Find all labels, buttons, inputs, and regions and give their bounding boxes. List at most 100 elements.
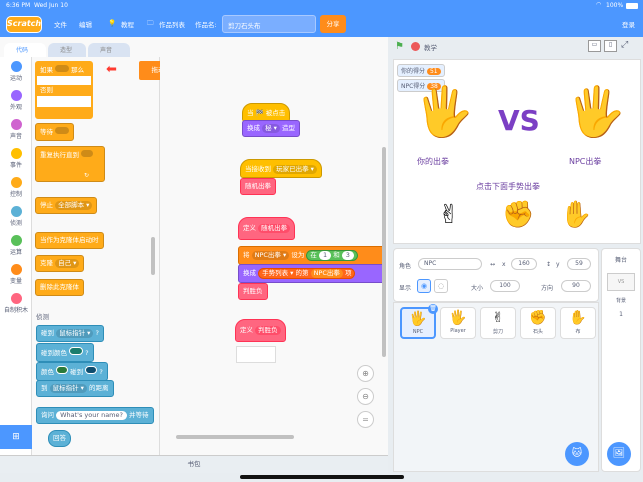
lightbulb-icon: 💡 — [108, 19, 117, 27]
touching-dropdown[interactable]: 鼠标指针 ▾ — [56, 329, 94, 338]
backpack-bar[interactable]: 书包 — [0, 455, 388, 473]
project-name-input[interactable]: 剪刀石头布 — [222, 15, 316, 33]
backdrop-label: 背景 — [615, 298, 626, 304]
stop-icon[interactable] — [411, 42, 420, 51]
list-item-block[interactable]: 手势列表 ▾ 的第 NPC出拳 项 — [258, 268, 356, 279]
distance-block[interactable]: 到 鼠标指针 ▾ 的距离 — [36, 380, 114, 397]
sprite-tile[interactable]: ✊ 石头 — [520, 307, 556, 339]
set-var-dropdown[interactable]: NPC出拳 ▾ — [251, 251, 290, 260]
random-block[interactable]: 在 1 和 3 — [306, 250, 358, 261]
large-stage-icon[interactable]: ▯ — [604, 40, 617, 52]
player-hand-icon[interactable]: 🖐 — [414, 86, 474, 138]
color-swatch-2[interactable] — [85, 366, 98, 374]
category-item[interactable]: 侦测 — [0, 206, 32, 227]
palette-scrollbar[interactable] — [151, 237, 155, 275]
stage-canvas[interactable]: 你的得分 51 NPC得分 38 🖐 VS 🖐 你的出拳 NPC出拳 点击下面手… — [393, 59, 641, 244]
ask-block[interactable]: 询问 What's your name? 并等待 — [36, 407, 154, 424]
direction-input[interactable]: 90 — [561, 280, 591, 292]
category-item[interactable]: 变量 — [0, 264, 32, 285]
distance-dropdown[interactable]: 鼠标指针 ▾ — [49, 384, 87, 393]
sprite-tile[interactable]: 🖐 Player — [440, 307, 476, 339]
wait-until-block[interactable]: 等待 — [35, 123, 75, 141]
clone-dropdown[interactable]: 自己 ▾ — [55, 259, 80, 268]
rock-choice-icon[interactable]: ✊ — [502, 200, 534, 230]
zoom-out-icon[interactable]: ⊖ — [357, 388, 374, 405]
y-input[interactable]: 59 — [567, 258, 591, 270]
stage-selector[interactable]: 舞台 VS 背景 1 — [601, 248, 641, 472]
ask-input[interactable]: What's your name? — [56, 411, 127, 420]
fullscreen-icon[interactable]: ⤢ — [621, 40, 628, 50]
small-stage-icon[interactable]: ▭ — [588, 40, 601, 52]
delete-clone-block[interactable]: 删除此克隆体 — [35, 279, 84, 296]
define-judge[interactable]: 定义 判胜负 — [235, 319, 286, 342]
menu-projects[interactable]: 作品列表 — [159, 19, 185, 29]
add-sprite-icon[interactable]: 🐱 — [565, 442, 589, 466]
if-else-block[interactable]: 如果 那么 否则 — [35, 61, 93, 119]
menu-edit[interactable]: 编辑 — [79, 19, 92, 29]
stop-block[interactable]: 停止 全部脚本 ▾ — [35, 197, 98, 214]
login-button[interactable]: 登录 — [622, 19, 635, 29]
judge-call[interactable]: 判胜负 — [238, 283, 268, 300]
switch-costume-list-block[interactable]: 换成 手势列表 ▾ 的第 NPC出拳 项 — [238, 264, 386, 283]
zoom-in-icon[interactable]: ⊕ — [357, 365, 374, 382]
npc-hand-icon[interactable]: 🖐 — [566, 86, 626, 138]
random-punch-call[interactable]: 随机出拳 — [240, 178, 276, 195]
flag-clicked-label: 当 🏁 被点击 — [247, 109, 286, 117]
answer-block[interactable]: 回答 — [48, 430, 71, 447]
costume-dropdown[interactable]: 秘 ▾ — [262, 124, 280, 133]
green-flag-icon[interactable]: ⚑ — [395, 41, 404, 52]
set-variable-block[interactable]: 将 NPC出拳 ▾ 设为 在 1 和 3 — [238, 246, 386, 265]
touching-block[interactable]: 碰到 鼠标指针 ▾ ? — [36, 325, 104, 342]
add-backdrop-icon[interactable]: 🖼 — [607, 442, 631, 466]
category-item[interactable]: 事件 — [0, 148, 32, 169]
add-extension-button[interactable]: ⊞ — [0, 425, 32, 449]
broadcast-receive-hat[interactable]: 当接收到 玩家已出拳 ▾ — [240, 159, 322, 178]
broadcast-dropdown[interactable]: 玩家已出拳 ▾ — [273, 165, 317, 174]
clone-start-hat[interactable]: 当作为克隆体启动时 — [35, 232, 104, 249]
show-label: 显示 — [399, 285, 412, 292]
color-swatch[interactable] — [69, 347, 84, 355]
stop-dropdown[interactable]: 全部脚本 ▾ — [55, 201, 93, 210]
random-from-input[interactable]: 1 — [318, 251, 332, 260]
item-label: 项 — [344, 269, 352, 277]
category-item[interactable]: 运算 — [0, 235, 32, 256]
scratch-logo[interactable]: Scratch — [6, 16, 42, 33]
touching-color-block[interactable]: 碰到颜色 ? — [36, 343, 94, 362]
delete-sprite-icon[interactable]: 🗑 — [428, 304, 438, 314]
sprite-name-input[interactable]: NPC — [418, 258, 482, 270]
size-input[interactable]: 100 — [490, 280, 520, 292]
tab-costume[interactable]: 造型 — [48, 43, 86, 58]
category-item[interactable]: 自制积木 — [0, 293, 32, 314]
random-to-input[interactable]: 3 — [341, 251, 354, 260]
category-item[interactable]: 控制 — [0, 177, 32, 198]
category-item[interactable]: 声音 — [0, 119, 32, 140]
show-eye-icon[interactable]: ◉ — [417, 279, 431, 293]
tab-sound[interactable]: 声音 — [88, 43, 130, 58]
repeat-until-block[interactable]: 重复执行直到 ↻ — [35, 146, 105, 182]
menu-tutorial[interactable]: 教程 — [121, 19, 134, 29]
zoom-reset-icon[interactable]: = — [357, 411, 374, 428]
switch-costume-block[interactable]: 换成 秘 ▾ 造型 — [242, 120, 300, 137]
script-vscrollbar[interactable] — [382, 147, 386, 357]
paper-choice-icon[interactable]: ✋ — [560, 200, 592, 230]
x-input[interactable]: 160 — [511, 258, 537, 270]
color-swatch-1[interactable] — [56, 366, 69, 374]
sprite-tile[interactable]: ✋ 布 — [560, 307, 596, 339]
scissors-choice-icon[interactable]: ✌ — [438, 200, 460, 230]
define-random-punch[interactable]: 定义 随机出拳 — [238, 217, 296, 240]
hide-eye-icon[interactable]: ◌ — [434, 279, 448, 293]
menu-file[interactable]: 文件 — [54, 19, 67, 29]
category-item[interactable]: 运动 — [0, 61, 32, 82]
answer-label: 回答 — [53, 434, 66, 442]
stage-thumbnail[interactable]: VS — [607, 273, 635, 291]
color-touching-color-block[interactable]: 颜色 碰到 ? — [36, 362, 108, 381]
script-hscrollbar[interactable] — [176, 435, 294, 439]
category-item[interactable]: 外观 — [0, 90, 32, 111]
share-button[interactable]: 分享 — [320, 15, 346, 33]
create-clone-block[interactable]: 克隆 自己 ▾ — [35, 255, 85, 272]
sprite-tile[interactable]: 🖐 NPC 🗑 — [400, 304, 438, 339]
sprite-tile[interactable]: ✌ 剪刀 — [480, 307, 516, 339]
and-wait-label: 并等待 — [129, 411, 149, 419]
tab-code[interactable]: 代码 — [4, 43, 46, 58]
costume-option: 秘 — [265, 124, 272, 132]
